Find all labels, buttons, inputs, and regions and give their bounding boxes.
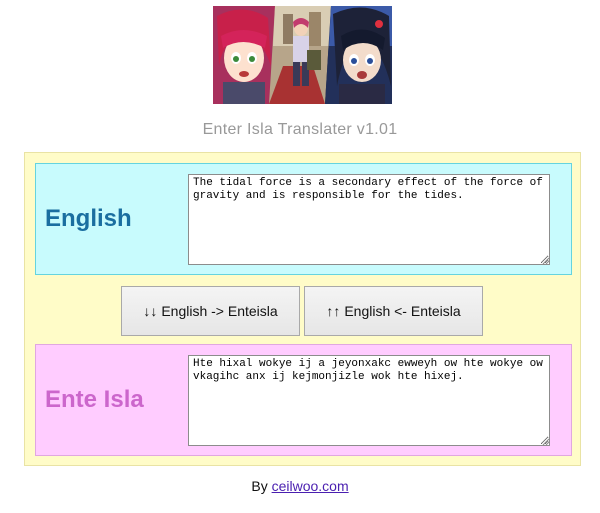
enteisla-section: Ente Isla Hte hixal wokye ij a jeyonxakc… (35, 344, 572, 456)
double-down-arrow-icon: ↓↓ (143, 303, 158, 319)
english-textarea[interactable]: The tidal force is a secondary effect of… (188, 174, 550, 265)
english-label: English (45, 205, 132, 232)
translate-to-enteisla-label: English -> Enteisla (161, 303, 278, 319)
translator-page: Enter Isla Translater v1.01 English The … (0, 0, 600, 513)
translate-to-english-label: English <- Enteisla (344, 303, 461, 319)
double-up-arrow-icon: ↑↑ (326, 303, 341, 319)
banner-image (213, 6, 392, 104)
app-title: Enter Isla Translater v1.01 (202, 121, 398, 138)
footer-credit: By ceilwoo.com (0, 478, 600, 494)
ceilwoo-link[interactable]: ceilwoo.com (272, 478, 349, 494)
translate-to-english-button[interactable]: ↑↑ English <- Enteisla (304, 286, 483, 336)
translator-panel: English The tidal force is a secondary e… (24, 152, 581, 466)
enteisla-label: Ente Isla (45, 386, 144, 413)
translate-to-enteisla-button[interactable]: ↓↓ English -> Enteisla (121, 286, 300, 336)
enteisla-textarea[interactable]: Hte hixal wokye ij a jeyonxakc ewweyh ow… (188, 355, 550, 446)
footer-prefix: By (251, 478, 268, 494)
english-section: English The tidal force is a secondary e… (35, 163, 572, 275)
